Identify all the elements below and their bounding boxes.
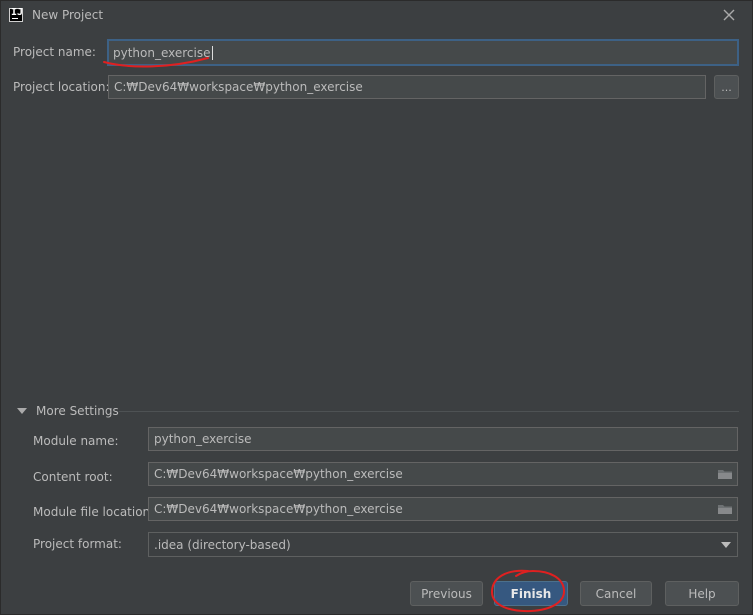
section-divider [119, 411, 739, 412]
module-name-label: Module name: [33, 434, 119, 448]
more-settings-toggle[interactable]: More Settings [15, 403, 119, 419]
module-file-location-value: C:₩Dev64₩workspace₩python_exercise [154, 502, 403, 516]
module-name-value: python_exercise [154, 432, 252, 446]
cancel-button[interactable]: Cancel [580, 581, 652, 606]
more-settings-label: More Settings [36, 404, 119, 418]
folder-icon[interactable] [717, 468, 733, 480]
content-root-input[interactable]: C:₩Dev64₩workspace₩python_exercise [148, 462, 738, 486]
project-name-label: Project name: [13, 45, 96, 59]
new-project-dialog: IJ New Project Project name: python_exer… [0, 0, 753, 615]
project-name-value: python_exercise [113, 45, 211, 60]
project-format-value: .idea (directory-based) [154, 537, 291, 552]
project-location-input[interactable]: C:₩Dev64₩workspace₩python_exercise [108, 75, 706, 99]
project-name-input[interactable]: python_exercise [107, 39, 739, 66]
folder-icon[interactable] [717, 503, 733, 515]
content-root-value: C:₩Dev64₩workspace₩python_exercise [154, 467, 403, 481]
intellij-icon: IJ [9, 7, 23, 22]
text-caret [211, 45, 213, 60]
module-file-location-label: Module file location: [33, 505, 155, 519]
close-icon [723, 9, 735, 21]
project-location-label: Project location: [13, 80, 110, 94]
window-title: New Project [32, 8, 104, 22]
browse-location-button[interactable]: ... [714, 75, 739, 99]
close-button[interactable] [719, 5, 739, 25]
finish-button[interactable]: Finish [494, 581, 568, 606]
project-format-label: Project format: [33, 537, 122, 551]
chevron-down-icon [721, 542, 731, 548]
content-root-label: Content root: [33, 470, 113, 484]
previous-button[interactable]: Previous [410, 581, 483, 606]
module-name-input[interactable]: python_exercise [148, 427, 738, 451]
project-location-value: C:₩Dev64₩workspace₩python_exercise [114, 80, 363, 94]
help-button[interactable]: Help [665, 581, 739, 606]
module-file-location-input[interactable]: C:₩Dev64₩workspace₩python_exercise [148, 497, 738, 521]
chevron-down-icon [17, 408, 27, 414]
title-bar: IJ New Project [1, 1, 752, 31]
project-format-select[interactable]: .idea (directory-based) [148, 532, 738, 557]
